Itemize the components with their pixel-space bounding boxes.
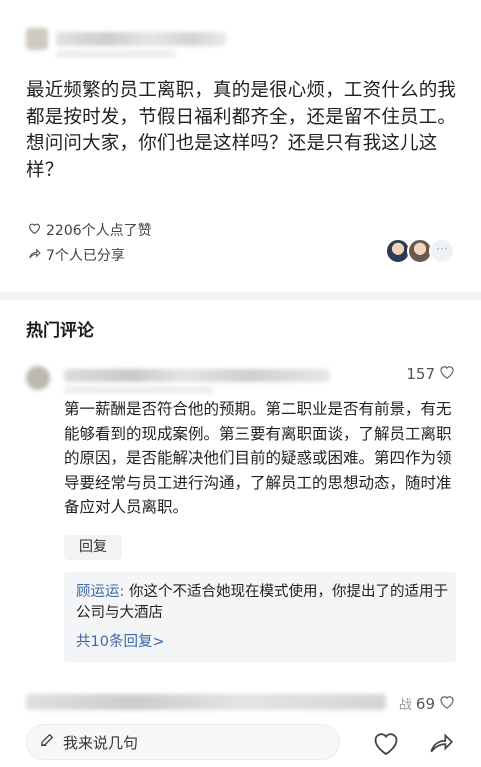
heart-icon <box>374 733 398 756</box>
comment-body: 第一薪酬是否符合他的预期。第二职业是否有前景，有无能够看到的现成案例。第三要有离… <box>64 400 452 516</box>
reply-author[interactable]: 顾运运: <box>76 584 124 600</box>
commenter-name[interactable] <box>64 369 330 382</box>
post-body: 最近频繁的员工离职，真的是很心烦，工资什么的我都是按时发，节假日福利都齐全，还是… <box>26 80 457 181</box>
likes-summary[interactable]: 2206个人点了赞 <box>26 220 152 240</box>
comment-like-count: 157 <box>406 364 435 383</box>
reply-text-line: 顾运运: 你这个不适合她现在模式使用，你提出了的适用于公司与大酒店 <box>76 582 448 624</box>
section-divider <box>0 292 481 300</box>
likes-count-text: 2206个人点了赞 <box>46 223 152 239</box>
commenter-subtitle <box>64 386 214 394</box>
share-arrow-icon <box>430 733 454 753</box>
commenter-name[interactable] <box>26 694 386 710</box>
share-post-button[interactable] <box>426 728 456 758</box>
comment-tail-text: 战 <box>398 698 412 713</box>
author-name[interactable] <box>56 32 226 46</box>
comment-like-count: 69 <box>415 694 435 713</box>
pencil-icon <box>39 732 55 752</box>
heart-outline-icon <box>26 222 42 238</box>
comment-like-button[interactable]: 战 69 <box>399 694 455 713</box>
heart-icon <box>439 364 455 383</box>
author-avatar[interactable] <box>26 28 48 50</box>
reply-text: 你这个不适合她现在模式使用，你提出了的适用于公司与大酒店 <box>76 584 448 621</box>
comment-like-button[interactable]: 157 <box>406 364 455 383</box>
hot-comments-title: 热门评论 <box>26 321 94 341</box>
view-all-replies-link[interactable]: 共10条回复> <box>76 630 165 651</box>
reply-preview[interactable]: 顾运运: 你这个不适合她现在模式使用，你提出了的适用于公司与大酒店 共10条回复… <box>64 572 456 662</box>
commenter-avatar[interactable] <box>26 366 50 390</box>
shares-count-text: 7个人已分享 <box>46 248 125 264</box>
comment-input[interactable]: 我来说几句 <box>26 724 340 760</box>
share-arrow-icon <box>26 247 42 263</box>
comment-input-placeholder: 我来说几句 <box>63 733 139 752</box>
reply-button[interactable]: 回复 <box>64 535 122 560</box>
more-dots-icon[interactable]: ··· <box>429 238 455 264</box>
likers-avatars[interactable]: ··· <box>385 238 455 264</box>
shares-summary[interactable]: 7个人已分享 <box>26 245 125 265</box>
like-post-button[interactable] <box>371 728 401 758</box>
author-subtitle <box>56 50 176 58</box>
heart-icon <box>439 694 455 713</box>
